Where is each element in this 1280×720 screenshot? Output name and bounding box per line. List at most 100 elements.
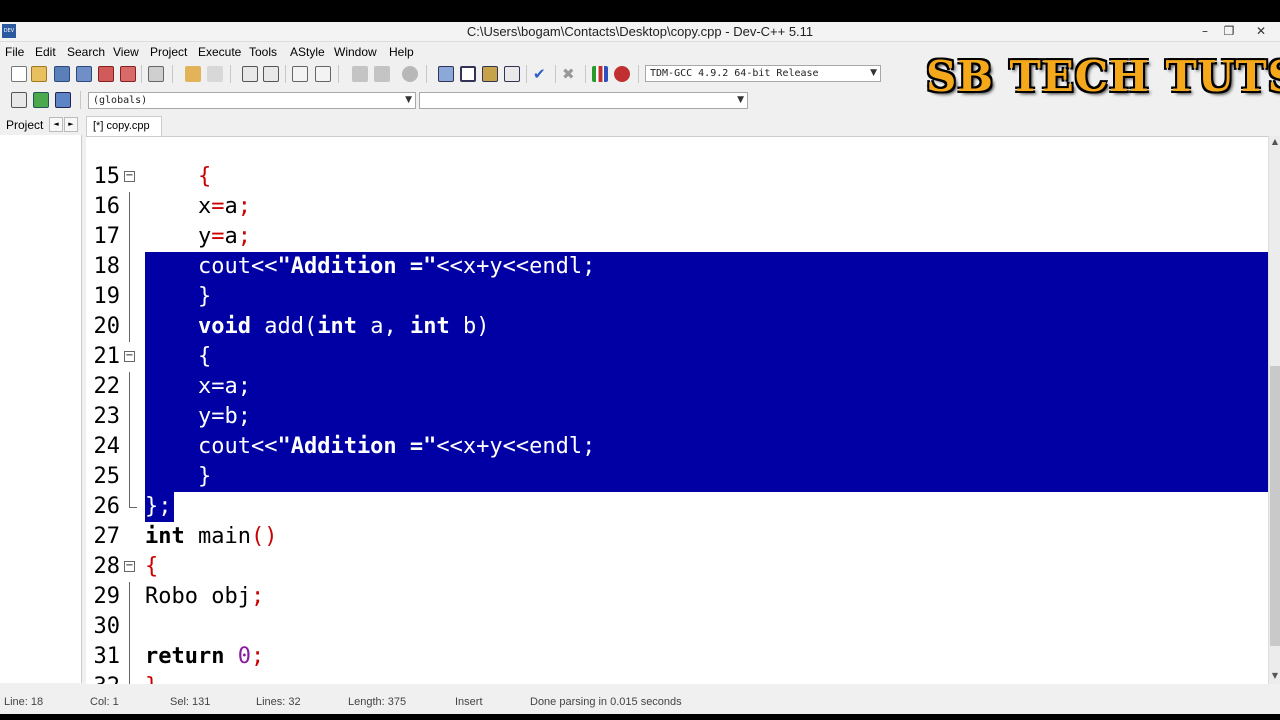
code-text: cout<<"Addition ="<<x+y<<endl; (145, 432, 595, 462)
redo-icon[interactable] (207, 66, 223, 82)
minimize-button[interactable]: – (1192, 22, 1218, 40)
syntax-check-icon[interactable]: ✔ (533, 66, 549, 82)
code-line[interactable]: 28−{ (86, 552, 1268, 582)
back-icon[interactable] (352, 66, 368, 82)
compile-icon[interactable] (438, 66, 454, 82)
compiler-select[interactable]: TDM-GCC 4.9.2 64-bit Release ▼ (645, 65, 881, 82)
code-line[interactable]: 17 y=a; (86, 222, 1268, 252)
fold-guide (129, 612, 130, 642)
goto-icon[interactable] (33, 92, 49, 108)
replace-icon[interactable] (263, 66, 279, 82)
code-editor[interactable]: SB TECH TUTS 15− {16 x=a;17 y=a;18 cout<… (86, 136, 1268, 684)
selection-highlight (145, 372, 1268, 402)
fold-guide (129, 312, 130, 342)
fold-guide (129, 642, 130, 672)
close-all-icon[interactable] (120, 66, 136, 82)
fold-guide (129, 222, 130, 252)
code-token: { (145, 554, 159, 579)
print-icon[interactable] (148, 66, 164, 82)
status-mode: Insert (455, 696, 483, 708)
unindent-icon[interactable] (315, 66, 331, 82)
line-number: 23 (93, 404, 121, 429)
code-token: { (197, 164, 212, 189)
code-text: int main() (145, 522, 277, 552)
code-line[interactable]: 15− { (86, 162, 1268, 192)
channel-logo: SB TECH TUTS (926, 52, 1280, 101)
status-line: Line: 18 (4, 696, 44, 708)
function-select[interactable]: ▼ (419, 92, 748, 109)
run-icon[interactable] (460, 66, 476, 82)
new-file-icon[interactable] (11, 66, 27, 82)
code-token: ; (582, 434, 596, 459)
open-folder-icon[interactable] (31, 66, 47, 82)
code-token: "Addition =" (277, 434, 437, 459)
fold-toggle-icon[interactable]: − (124, 171, 135, 182)
menu-tools[interactable]: Tools (249, 45, 277, 59)
code-line[interactable]: 26}; (86, 492, 1268, 522)
code-line[interactable]: 18 cout<<"Addition ="<<x+y<<endl; (86, 252, 1268, 282)
code-line[interactable]: 19 } (86, 282, 1268, 312)
indent-icon[interactable] (292, 66, 308, 82)
code-line[interactable]: 27 int main() (86, 522, 1268, 552)
fold-end-guide (129, 672, 137, 684)
code-text: void add(int a, int b) (145, 312, 489, 342)
insert-icon[interactable] (11, 92, 27, 108)
scrollbar-thumb[interactable] (1270, 366, 1280, 646)
compile-run-icon[interactable] (482, 66, 498, 82)
close-file-icon[interactable] (98, 66, 114, 82)
scroll-down-icon[interactable]: ▼ (1269, 670, 1280, 682)
code-token: x (145, 374, 212, 399)
line-number: 32 (86, 672, 121, 684)
bookmark-icon[interactable] (402, 66, 418, 82)
code-line[interactable]: 24 cout<<"Addition ="<<x+y<<endl; (86, 432, 1268, 462)
debug-icon[interactable] (614, 66, 630, 82)
menu-search[interactable]: Search (67, 45, 105, 59)
menu-edit[interactable]: Edit (35, 45, 56, 59)
project-browser[interactable] (0, 135, 82, 683)
chevron-left-icon[interactable]: ◄ (49, 117, 63, 132)
find-icon[interactable] (242, 66, 258, 82)
scroll-up-icon[interactable]: ▲ (1269, 136, 1280, 148)
code-token: () (250, 524, 278, 549)
save-all-icon[interactable] (76, 66, 92, 82)
tab-copy-cpp[interactable]: [*] copy.cpp (86, 116, 162, 136)
status-lines: Lines: 32 (256, 696, 301, 708)
vertical-scrollbar[interactable]: ▲ ▼ (1268, 136, 1280, 684)
menu-file[interactable]: File (5, 45, 24, 59)
code-token: ; (237, 404, 251, 429)
code-line[interactable]: 21− { (86, 342, 1268, 372)
menu-help[interactable]: Help (389, 45, 414, 59)
code-line[interactable]: 32} (86, 672, 1268, 684)
code-line[interactable]: 29 Robo obj; (86, 582, 1268, 612)
scope-select[interactable]: (globals) ▼ (88, 92, 416, 109)
restore-button[interactable]: ❐ (1216, 22, 1242, 40)
menu-execute[interactable]: Execute (198, 45, 241, 59)
code-line[interactable]: 31 return 0; (86, 642, 1268, 672)
menu-astyle[interactable]: AStyle (290, 45, 325, 59)
menu-view[interactable]: View (113, 45, 139, 59)
bookmark-list-icon[interactable] (55, 92, 71, 108)
stop-icon[interactable]: ✖ (562, 66, 578, 82)
code-token: 0 (237, 644, 251, 669)
close-button[interactable]: ✕ (1242, 22, 1280, 40)
code-line[interactable]: 25 } (86, 462, 1268, 492)
undo-icon[interactable] (185, 66, 201, 82)
fold-toggle-icon[interactable]: − (124, 561, 135, 572)
chevron-right-icon[interactable]: ► (64, 117, 78, 132)
code-token: << (436, 434, 463, 459)
code-line[interactable]: 23 y=b; (86, 402, 1268, 432)
fold-toggle-icon[interactable]: − (124, 351, 135, 362)
menu-project[interactable]: Project (150, 45, 187, 59)
code-line[interactable]: 22 x=a; (86, 372, 1268, 402)
line-number: 22 (93, 374, 121, 399)
profile-icon[interactable] (592, 66, 608, 82)
tab-project[interactable]: Project (0, 116, 50, 134)
forward-icon[interactable] (374, 66, 390, 82)
code-line[interactable]: 16 x=a; (86, 192, 1268, 222)
code-line[interactable]: 30 (86, 612, 1268, 642)
rebuild-icon[interactable] (504, 66, 520, 82)
code-token: void (197, 314, 251, 339)
code-line[interactable]: 20 void add(int a, int b) (86, 312, 1268, 342)
save-icon[interactable] (54, 66, 70, 82)
menu-window[interactable]: Window (334, 45, 377, 59)
